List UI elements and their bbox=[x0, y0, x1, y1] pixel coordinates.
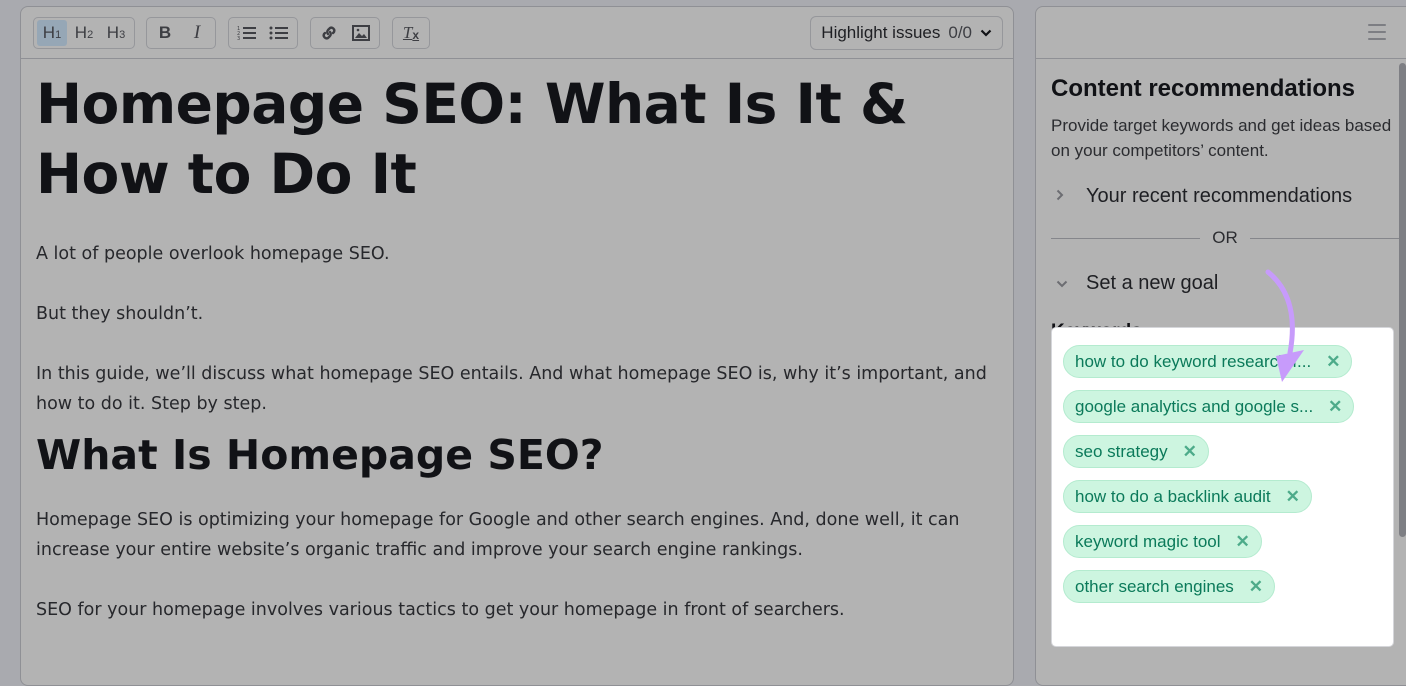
image-button[interactable] bbox=[346, 20, 376, 46]
keyword-chip[interactable]: keyword magic tool ✕ bbox=[1063, 525, 1262, 558]
keyword-chip[interactable]: other search engines ✕ bbox=[1063, 570, 1276, 603]
keyword-chip[interactable]: how to do keyword research f... ✕ bbox=[1063, 345, 1353, 378]
keyword-chip-label: seo strategy bbox=[1075, 441, 1168, 461]
editor-toolbar: H1 H2 H3 B I 123 Tx Highlight issues 0/0 bbox=[21, 7, 1013, 59]
remove-keyword-icon[interactable]: ✕ bbox=[1183, 442, 1197, 462]
heading-3-label: H bbox=[106, 23, 120, 42]
bold-button[interactable]: B bbox=[150, 20, 180, 46]
paragraph: Homepage SEO is optimizing your homepage… bbox=[36, 510, 960, 560]
paragraph: A lot of people overlook homepage SEO. bbox=[36, 244, 390, 264]
bullet-list-icon bbox=[269, 26, 288, 40]
italic-button[interactable]: I bbox=[182, 20, 212, 46]
heading-2-level: 2 bbox=[87, 29, 94, 41]
paragraph: But they shouldn’t. bbox=[36, 304, 204, 324]
remove-keyword-icon[interactable]: ✕ bbox=[1249, 577, 1263, 597]
keyword-chip[interactable]: seo strategy ✕ bbox=[1063, 435, 1209, 468]
highlight-issues-dropdown[interactable]: Highlight issues 0/0 bbox=[810, 16, 1003, 50]
highlight-issues-count: 0/0 bbox=[948, 23, 972, 42]
chevron-down-icon bbox=[1056, 275, 1070, 293]
heading-group: H1 H2 H3 bbox=[33, 17, 135, 49]
paragraph: SEO for your homepage involves various t… bbox=[36, 600, 845, 620]
recent-recommendations-toggle[interactable]: Your recent recommendations bbox=[1051, 185, 1399, 208]
highlight-issues-label: Highlight issues bbox=[821, 23, 941, 42]
set-new-goal-label: Set a new goal bbox=[1086, 272, 1219, 294]
keyword-chip-label: google analytics and google s... bbox=[1075, 396, 1314, 416]
keyword-chip-label: keyword magic tool bbox=[1075, 531, 1221, 551]
or-label: OR bbox=[1212, 228, 1238, 247]
remove-keyword-icon[interactable]: ✕ bbox=[1236, 532, 1250, 552]
heading-2-label: H bbox=[74, 23, 88, 42]
list-group: 123 bbox=[228, 17, 298, 49]
editor-panel: H1 H2 H3 B I 123 Tx Highlight issues 0/0… bbox=[20, 6, 1014, 686]
clear-format-button[interactable]: Tx bbox=[396, 20, 426, 46]
paragraph: In this guide, we’ll discuss what homepa… bbox=[36, 364, 987, 414]
heading-1-level: 1 bbox=[55, 29, 62, 41]
sidebar-header bbox=[1036, 7, 1406, 59]
heading-3-button[interactable]: H3 bbox=[101, 20, 131, 46]
insert-group bbox=[310, 17, 380, 49]
remove-keyword-icon[interactable]: ✕ bbox=[1286, 487, 1300, 507]
or-divider: OR bbox=[1051, 228, 1399, 248]
recent-recommendations-label: Your recent recommendations bbox=[1086, 185, 1353, 207]
heading-2-button[interactable]: H2 bbox=[69, 20, 99, 46]
chevron-right-icon bbox=[1056, 188, 1070, 206]
heading-3-level: 3 bbox=[119, 29, 126, 41]
keyword-chip[interactable]: how to do a backlink audit ✕ bbox=[1063, 480, 1312, 513]
clear-format-icon: T bbox=[402, 23, 413, 42]
sidebar-description: Provide target keywords and get ideas ba… bbox=[1051, 116, 1392, 160]
link-button[interactable] bbox=[314, 20, 344, 46]
keyword-chip[interactable]: google analytics and google s... ✕ bbox=[1063, 390, 1355, 423]
format-group: B I bbox=[146, 17, 216, 49]
clear-group: Tx bbox=[392, 17, 430, 49]
keywords-input[interactable]: how to do keyword research f... ✕ google … bbox=[1051, 327, 1394, 647]
menu-icon[interactable] bbox=[1368, 24, 1386, 40]
remove-keyword-icon[interactable]: ✕ bbox=[1326, 352, 1340, 372]
section-heading: What Is Homepage SEO? bbox=[36, 431, 604, 479]
keyword-chip-label: how to do a backlink audit bbox=[1075, 486, 1271, 506]
keyword-chip-label: other search engines bbox=[1075, 576, 1234, 596]
ordered-list-button[interactable]: 123 bbox=[232, 20, 262, 46]
link-icon bbox=[322, 26, 336, 40]
sidebar-title: Content recommendations bbox=[1051, 75, 1356, 102]
heading-1-button[interactable]: H1 bbox=[37, 20, 67, 46]
bullet-list-button[interactable] bbox=[264, 20, 294, 46]
heading-1-label: H bbox=[42, 23, 56, 42]
chevron-down-icon bbox=[980, 29, 992, 37]
image-icon bbox=[352, 25, 370, 41]
recommendations-sidebar: Content recommendations Provide target k… bbox=[1035, 6, 1406, 686]
annotation-arrow-icon bbox=[1265, 269, 1304, 382]
editor-content[interactable]: Homepage SEO: What Is It & How to Do It … bbox=[21, 69, 1013, 625]
set-new-goal-toggle[interactable]: Set a new goal bbox=[1051, 272, 1399, 295]
article-title: Homepage SEO: What Is It & How to Do It bbox=[36, 72, 908, 206]
svg-text:3: 3 bbox=[237, 36, 240, 41]
remove-keyword-icon[interactable]: ✕ bbox=[1328, 397, 1342, 417]
ordered-list-icon: 123 bbox=[237, 26, 256, 41]
